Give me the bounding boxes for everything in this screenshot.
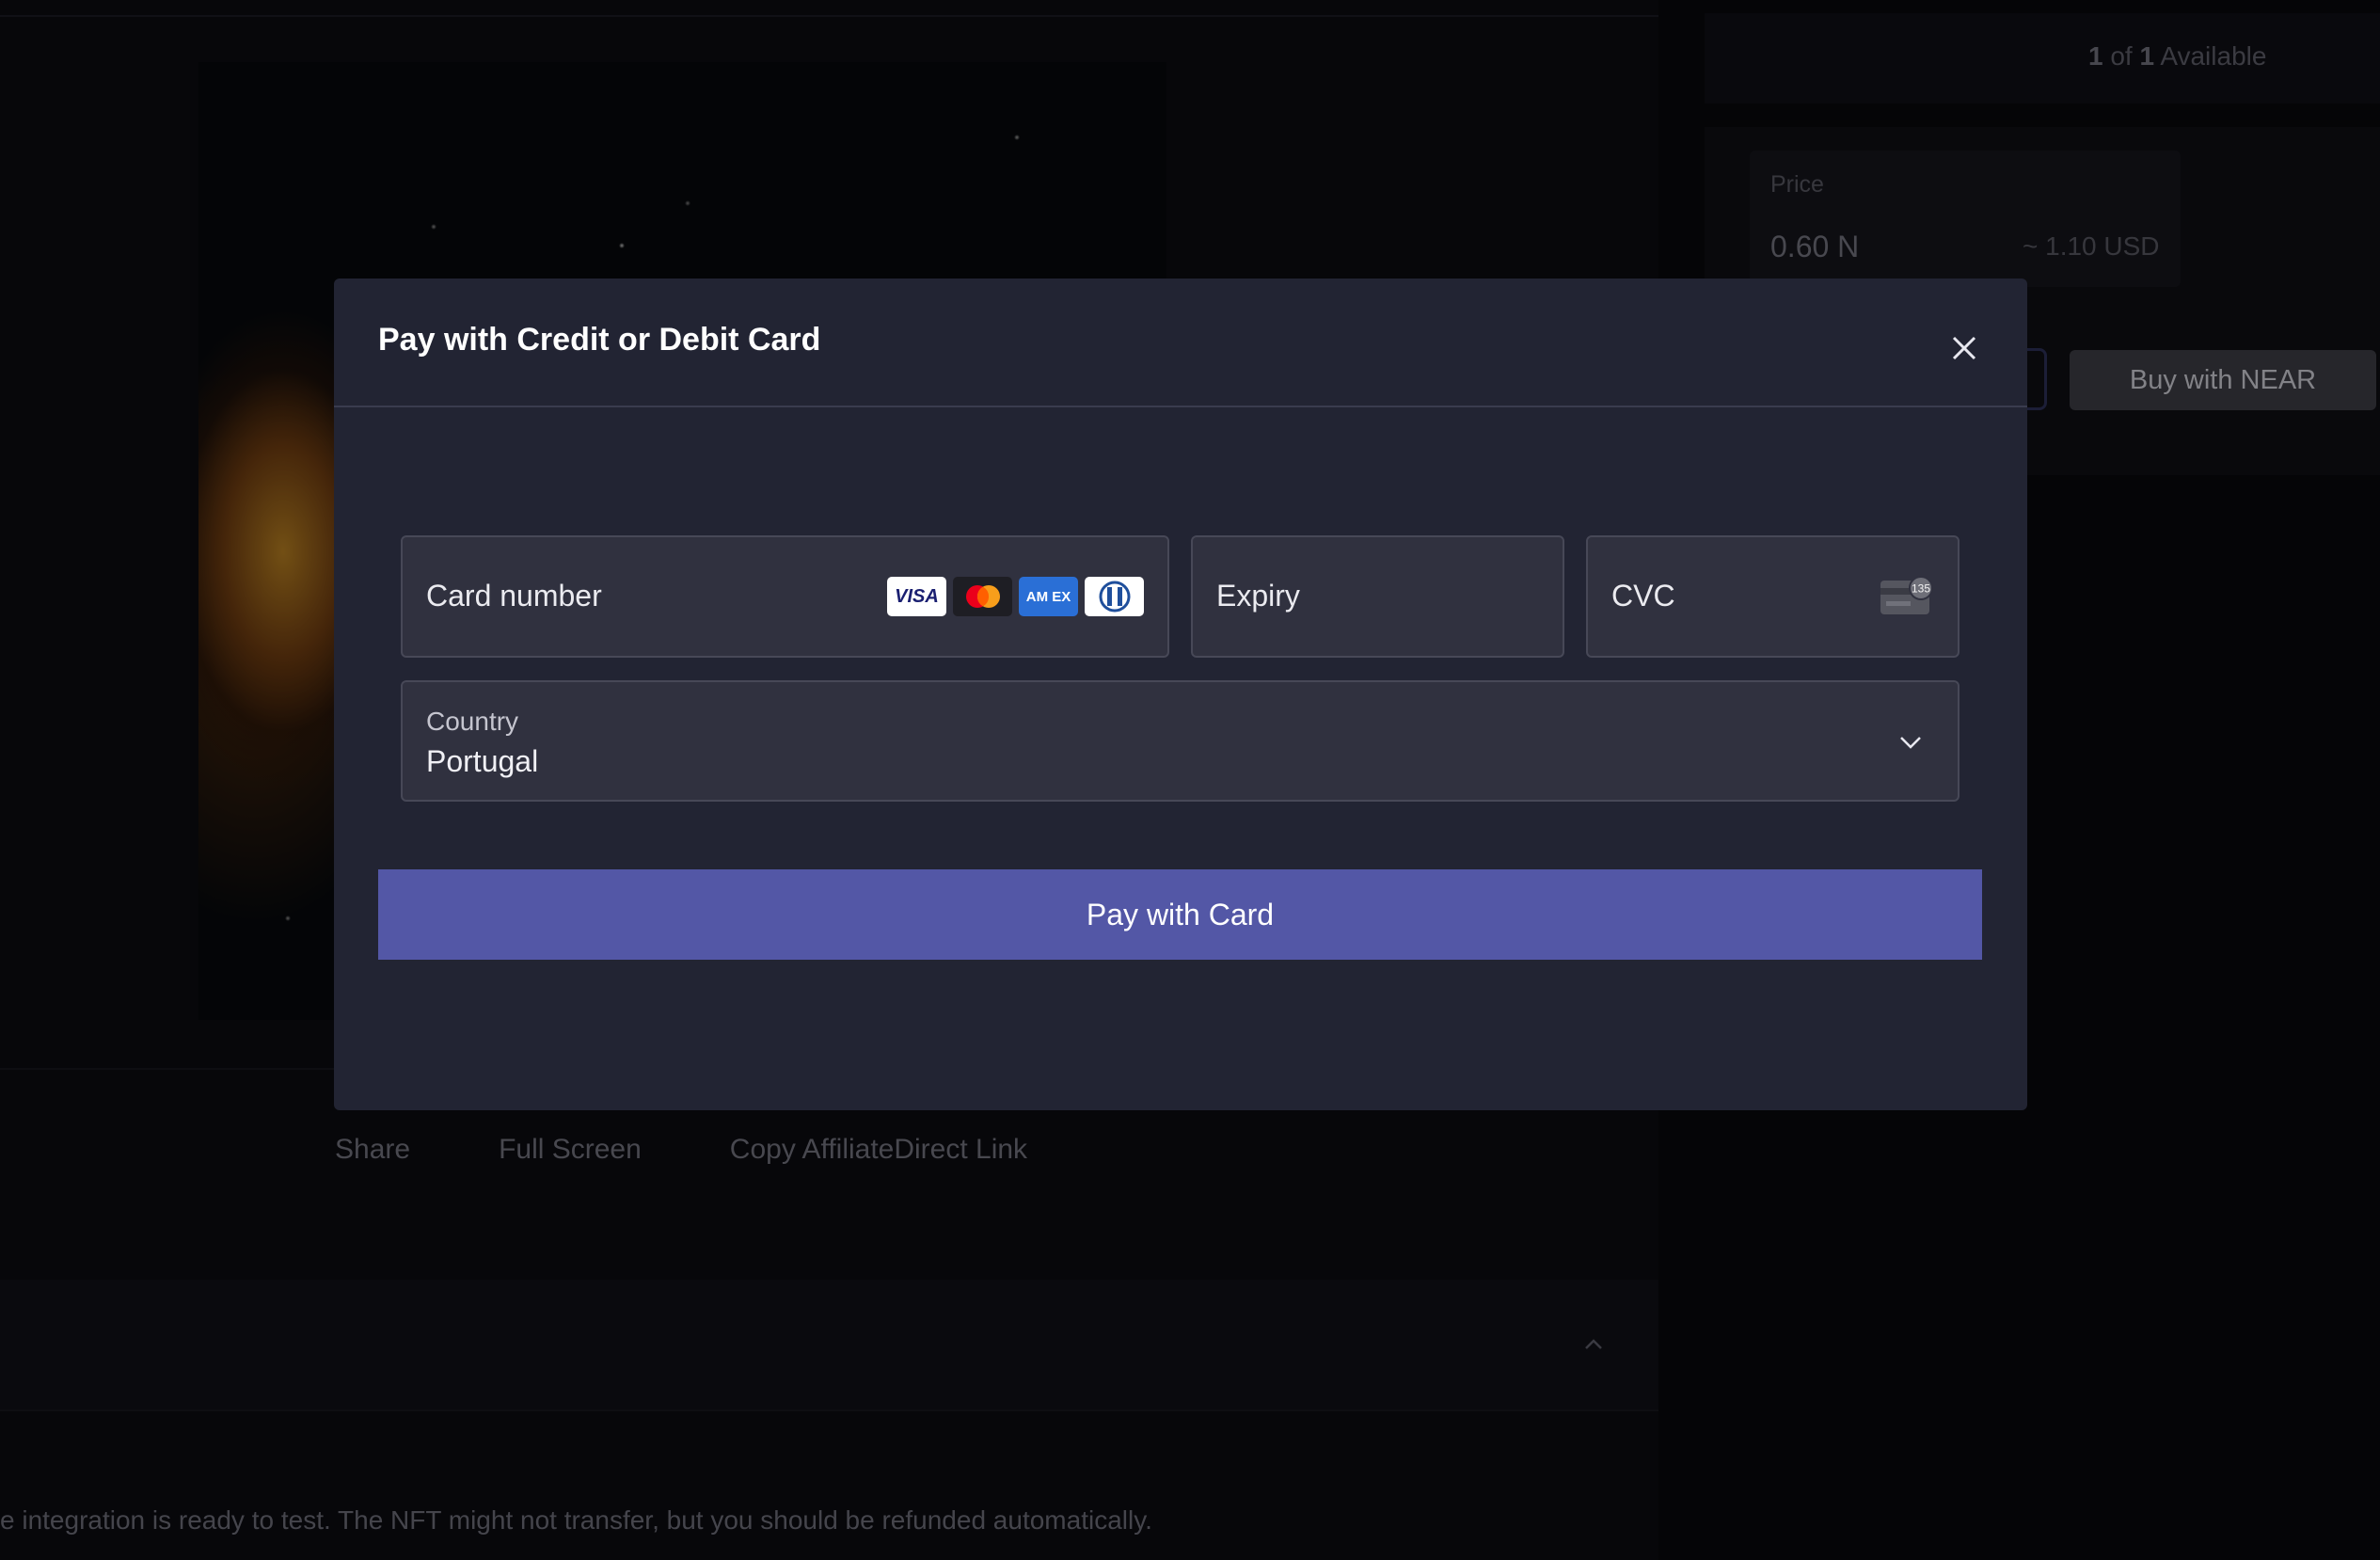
- modal-header: Pay with Credit or Debit Card: [334, 279, 2027, 407]
- expiry-placeholder: Expiry: [1216, 579, 1300, 613]
- page: Share Full Screen Copy AffiliateDirect L…: [0, 0, 2380, 1560]
- pay-with-card-button[interactable]: Pay with Card: [378, 869, 1982, 960]
- country-value: Portugal: [426, 744, 539, 778]
- diners-club-icon: [1085, 577, 1144, 616]
- close-icon: [1952, 336, 1976, 360]
- cvc-field[interactable]: CVC 135: [1586, 535, 1960, 658]
- country-label: Country: [426, 707, 519, 736]
- expiry-field[interactable]: Expiry: [1191, 535, 1564, 658]
- cvc-placeholder: CVC: [1611, 579, 1675, 613]
- cvc-card-icon: 135: [1880, 576, 1933, 614]
- payment-modal: Pay with Credit or Debit Card Card numbe…: [334, 279, 2027, 1110]
- visa-icon: VISA: [887, 577, 946, 616]
- close-button[interactable]: [1944, 327, 1985, 369]
- mastercard-icon: [953, 577, 1012, 616]
- amex-icon: AM EX: [1019, 577, 1078, 616]
- modal-title: Pay with Credit or Debit Card: [378, 322, 821, 358]
- svg-text:135: 135: [1912, 582, 1930, 596]
- card-brands: VISA AM EX: [887, 577, 1144, 616]
- chevron-down-icon: [1900, 737, 1921, 749]
- country-select[interactable]: Country Portugal: [401, 680, 1960, 802]
- card-number-placeholder: Card number: [426, 579, 602, 613]
- card-number-field[interactable]: Card number VISA AM EX: [401, 535, 1169, 658]
